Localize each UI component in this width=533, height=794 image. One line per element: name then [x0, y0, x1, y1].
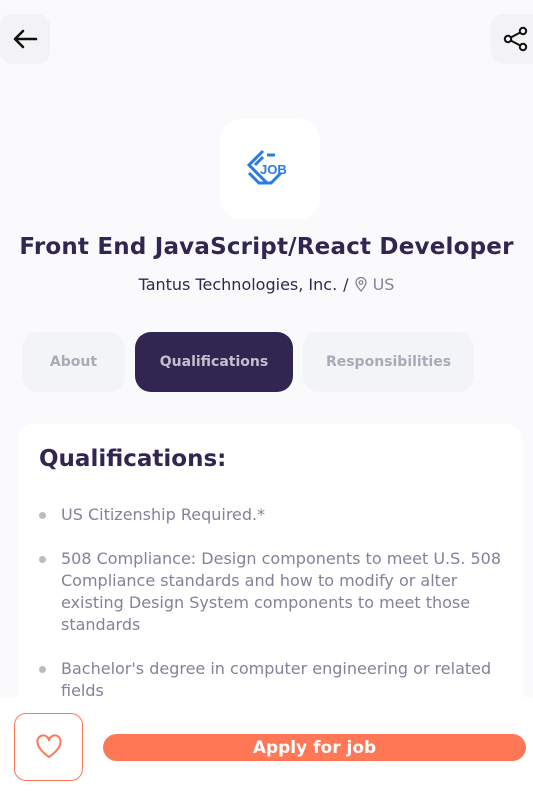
section-title: Qualifications:: [39, 446, 227, 472]
apply-button[interactable]: Apply for job: [103, 734, 526, 761]
job-details-screen: JOB Front End JavaScript/React Developer…: [0, 0, 533, 794]
list-item: 508 Compliance: Design components to mee…: [39, 548, 509, 636]
list-item-text: Bachelor's degree in computer engineerin…: [61, 659, 492, 700]
heart-icon: [35, 734, 62, 758]
back-button[interactable]: [0, 14, 50, 64]
arrow-left-icon: [13, 29, 38, 49]
job-logo-icon: JOB: [246, 149, 287, 185]
list-item-text: 508 Compliance: Design components to mee…: [61, 549, 501, 634]
company-name: Tantus Technologies, Inc.: [138, 275, 338, 294]
like-button[interactable]: [14, 713, 83, 781]
list-item-text: US Citizenship Required.*: [61, 505, 266, 524]
location-pin-icon: [354, 277, 367, 292]
list-item: Bachelor's degree in computer engineerin…: [39, 658, 509, 702]
bullet-icon: [39, 512, 46, 519]
location: US: [372, 275, 395, 294]
share-icon: [503, 26, 528, 52]
qualifications-card: Qualifications: US Citizenship Required.…: [18, 424, 522, 714]
bullet-icon: [39, 556, 46, 563]
company-logo: JOB: [220, 119, 320, 219]
footer: Apply for job: [0, 697, 533, 794]
logo-text: JOB: [260, 162, 287, 177]
tab-about[interactable]: About: [22, 332, 125, 392]
tab-responsibilities[interactable]: Responsibilities: [303, 332, 474, 392]
qualifications-list: US Citizenship Required.* 508 Compliance…: [39, 504, 509, 714]
company-info: Tantus Technologies, Inc. / US: [0, 275, 533, 294]
job-title: Front End JavaScript/React Developer: [19, 234, 514, 260]
bullet-icon: [39, 666, 46, 673]
separator: /: [343, 275, 349, 294]
share-button[interactable]: [491, 14, 533, 64]
list-item: US Citizenship Required.*: [39, 504, 509, 526]
tab-qualifications[interactable]: Qualifications: [135, 332, 293, 392]
